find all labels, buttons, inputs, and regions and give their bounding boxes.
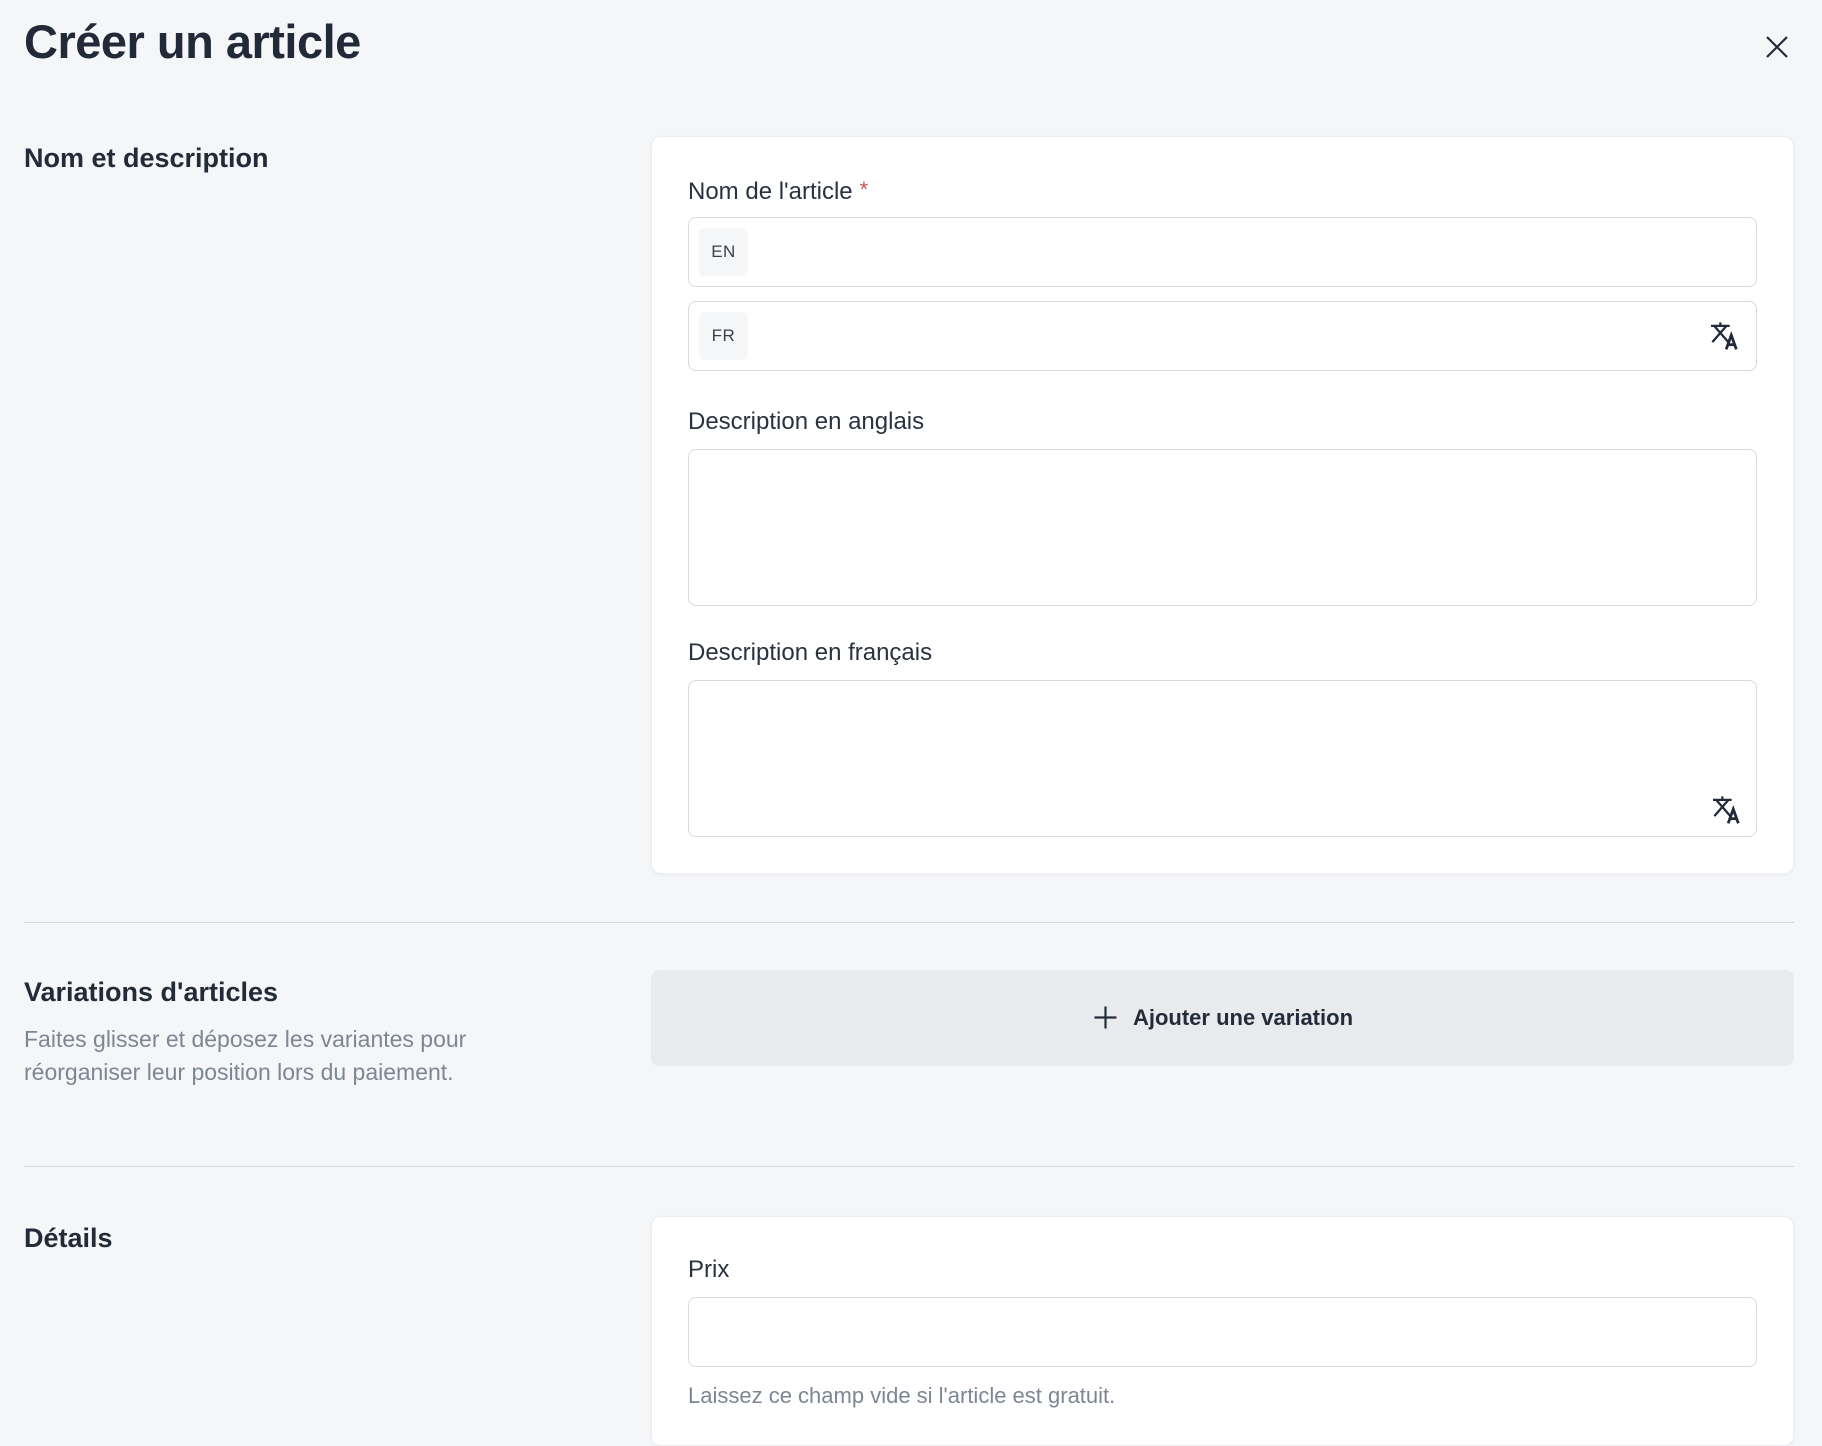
section-heading-name-description: Nom et description: [24, 142, 603, 176]
description-fr-label: Description en français: [688, 636, 1757, 670]
language-badge-fr: FR: [699, 312, 748, 360]
section-heading-variations: Variations d'articles: [24, 976, 603, 1010]
description-en-label: Description en anglais: [688, 405, 1757, 439]
article-name-fr-group: FR: [688, 301, 1757, 371]
article-name-en-group: EN: [688, 217, 1757, 287]
description-en-group: [688, 449, 1757, 606]
section-variations: Variations d'articles Faites glisser et …: [24, 970, 1794, 1090]
page-title: Créer un article: [24, 16, 361, 68]
article-name-label: Nom de l'article*: [688, 173, 1757, 209]
section-divider: [24, 1166, 1794, 1167]
section-heading-details: Détails: [24, 1222, 603, 1256]
price-label: Prix: [688, 1253, 1757, 1287]
description-fr-group: [688, 680, 1757, 837]
translate-button-description[interactable]: [1709, 795, 1741, 825]
section-divider: [24, 922, 1794, 923]
section-name-description: Nom et description Nom de l'article* EN …: [24, 136, 1794, 874]
card-details: Prix Laissez ce champ vide si l'article …: [651, 1216, 1794, 1446]
add-variation-button[interactable]: Ajouter une variation: [651, 970, 1794, 1066]
plus-icon: [1092, 1004, 1119, 1031]
translate-icon: [1707, 321, 1739, 351]
section-details: Détails Prix Laissez ce champ vide si l'…: [24, 1216, 1794, 1446]
price-helper-text: Laissez ce champ vide si l'article est g…: [688, 1383, 1757, 1409]
translate-icon: [1709, 795, 1741, 825]
language-badge-en: EN: [699, 228, 748, 276]
close-button[interactable]: [1760, 30, 1794, 64]
card-name-description: Nom de l'article* EN FR: [651, 136, 1794, 874]
article-name-en-input[interactable]: [688, 217, 1757, 287]
close-icon: [1764, 34, 1790, 60]
create-article-modal: Créer un article Nom et description Nom …: [0, 0, 1822, 1446]
variations-helper-text: Faites glisser et déposez les variantes …: [24, 1023, 524, 1089]
price-input[interactable]: [688, 1297, 1757, 1367]
translate-button[interactable]: [1707, 321, 1739, 351]
article-name-fr-input[interactable]: [688, 301, 1757, 371]
add-variation-label: Ajouter une variation: [1133, 1005, 1353, 1031]
description-en-textarea[interactable]: [688, 449, 1757, 606]
required-asterisk: *: [860, 177, 869, 202]
description-fr-textarea[interactable]: [688, 680, 1757, 837]
modal-header: Créer un article: [24, 16, 1794, 68]
